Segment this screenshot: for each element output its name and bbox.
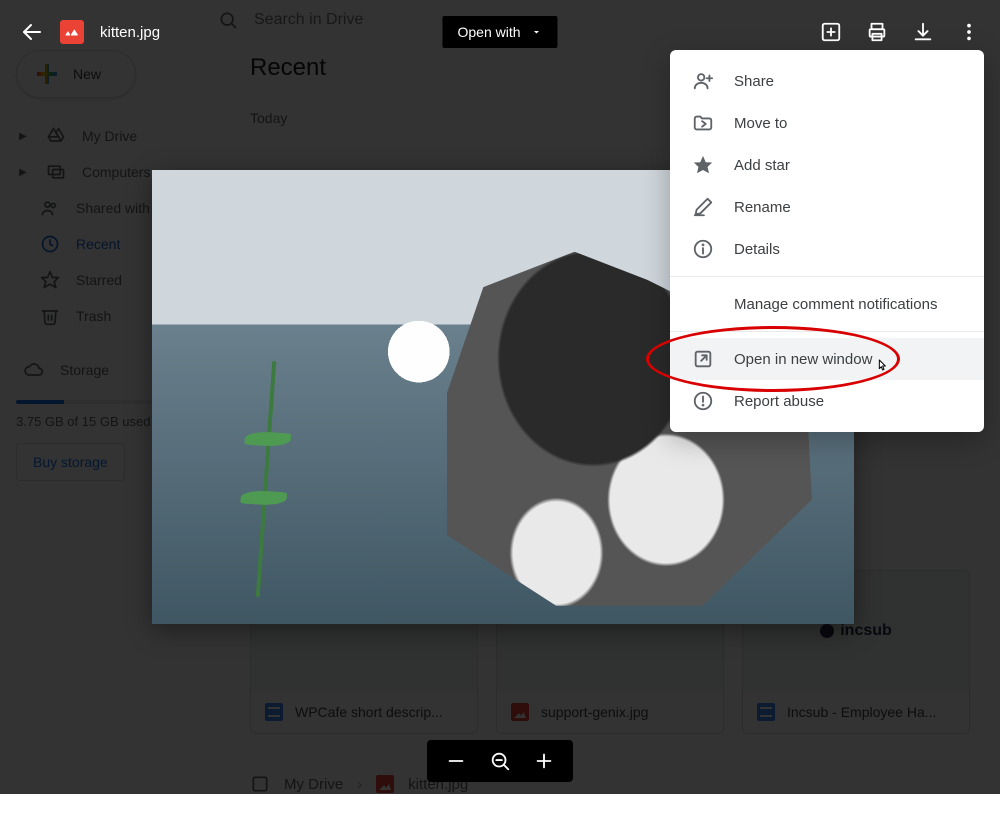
print-icon[interactable]: [866, 21, 888, 43]
open-with-label: Open with: [457, 24, 520, 40]
download-icon[interactable]: [912, 21, 934, 43]
menu-report-abuse[interactable]: Report abuse: [670, 380, 984, 422]
pencil-icon: [692, 196, 714, 218]
back-arrow-icon[interactable]: [20, 20, 44, 44]
file-type-icon: [60, 20, 84, 44]
menu-move[interactable]: Move to: [670, 102, 984, 144]
menu-rename[interactable]: Rename: [670, 186, 984, 228]
more-actions-menu: Share Move to Add star Rename Details Ma…: [670, 50, 984, 432]
move-icon: [692, 112, 714, 134]
more-icon[interactable]: [958, 21, 980, 43]
file-name: kitten.jpg: [100, 24, 160, 41]
info-icon: [692, 238, 714, 260]
open-external-icon: [692, 348, 714, 370]
menu-separator: [670, 276, 984, 277]
menu-details[interactable]: Details: [670, 228, 984, 270]
menu-item-label: Rename: [734, 199, 791, 216]
menu-manage-notifications[interactable]: Manage comment notifications: [670, 283, 984, 325]
caret-down-icon: [531, 26, 543, 38]
menu-item-label: Add star: [734, 157, 790, 174]
spacer-icon: [692, 293, 714, 315]
menu-share[interactable]: Share: [670, 60, 984, 102]
open-with-button[interactable]: Open with: [442, 16, 557, 48]
menu-add-star[interactable]: Add star: [670, 144, 984, 186]
menu-item-label: Share: [734, 73, 774, 90]
menu-open-new-window[interactable]: Open in new window: [670, 338, 984, 380]
menu-item-label: Details: [734, 241, 780, 258]
zoom-reset-icon[interactable]: [489, 750, 511, 772]
menu-item-label: Move to: [734, 115, 787, 132]
add-to-drive-icon[interactable]: [820, 21, 842, 43]
zoom-out-icon[interactable]: [445, 750, 467, 772]
menu-item-label: Report abuse: [734, 393, 824, 410]
star-icon: [692, 154, 714, 176]
menu-item-label: Open in new window: [734, 351, 872, 368]
menu-item-label: Manage comment notifications: [734, 296, 937, 313]
person-add-icon: [692, 70, 714, 92]
zoom-in-icon[interactable]: [533, 750, 555, 772]
zoom-controls: [427, 740, 573, 782]
menu-separator: [670, 331, 984, 332]
decorative-plant: [256, 361, 276, 597]
alert-icon: [692, 390, 714, 412]
